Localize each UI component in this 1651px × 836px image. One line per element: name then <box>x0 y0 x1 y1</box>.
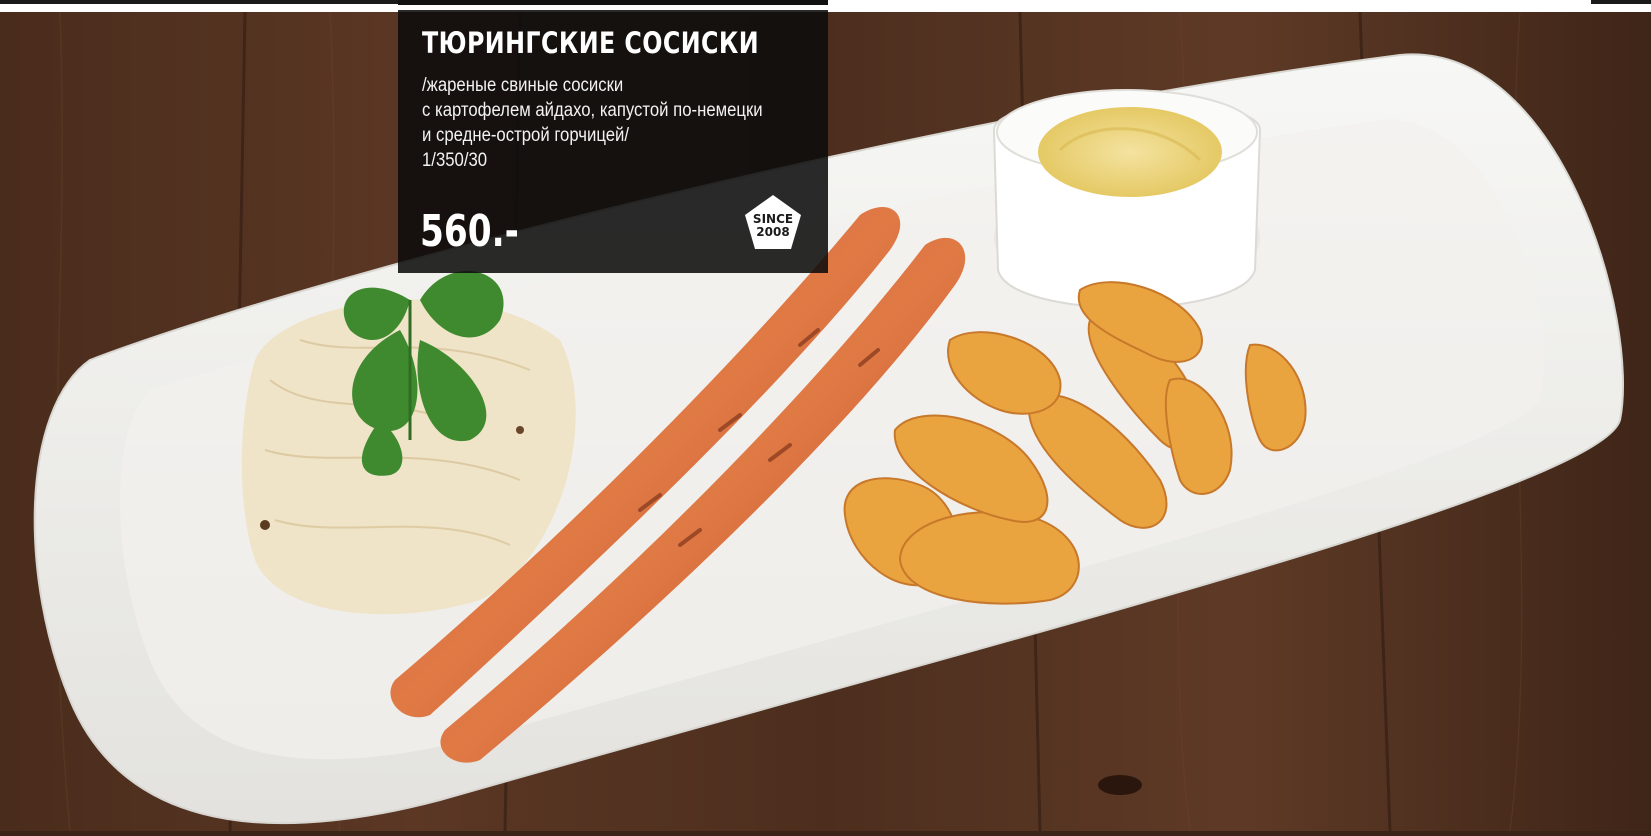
description-line: и средне-острой горчицей/ <box>422 125 630 146</box>
since-badge: SINCE 2008 <box>743 193 803 251</box>
top-divider-left <box>0 0 398 4</box>
top-divider-right <box>1591 0 1651 4</box>
dish-info-card: ТЮРИНГСКИЕ СОСИСКИ /жареные свиные сосис… <box>398 10 828 273</box>
description-line: 1/350/30 <box>422 150 488 171</box>
description-line: /жареные свиные сосиски <box>422 75 624 96</box>
description-line: с картофелем айдахо, капустой по-немецки <box>422 100 763 121</box>
dish-price: 560.- <box>420 206 519 257</box>
since-year: 2008 <box>756 225 790 239</box>
top-divider-center <box>398 0 828 5</box>
dish-title: ТЮРИНГСКИЕ СОСИСКИ <box>422 26 760 60</box>
dish-description: /жареные свиные сосиски с картофелем айд… <box>422 73 774 173</box>
